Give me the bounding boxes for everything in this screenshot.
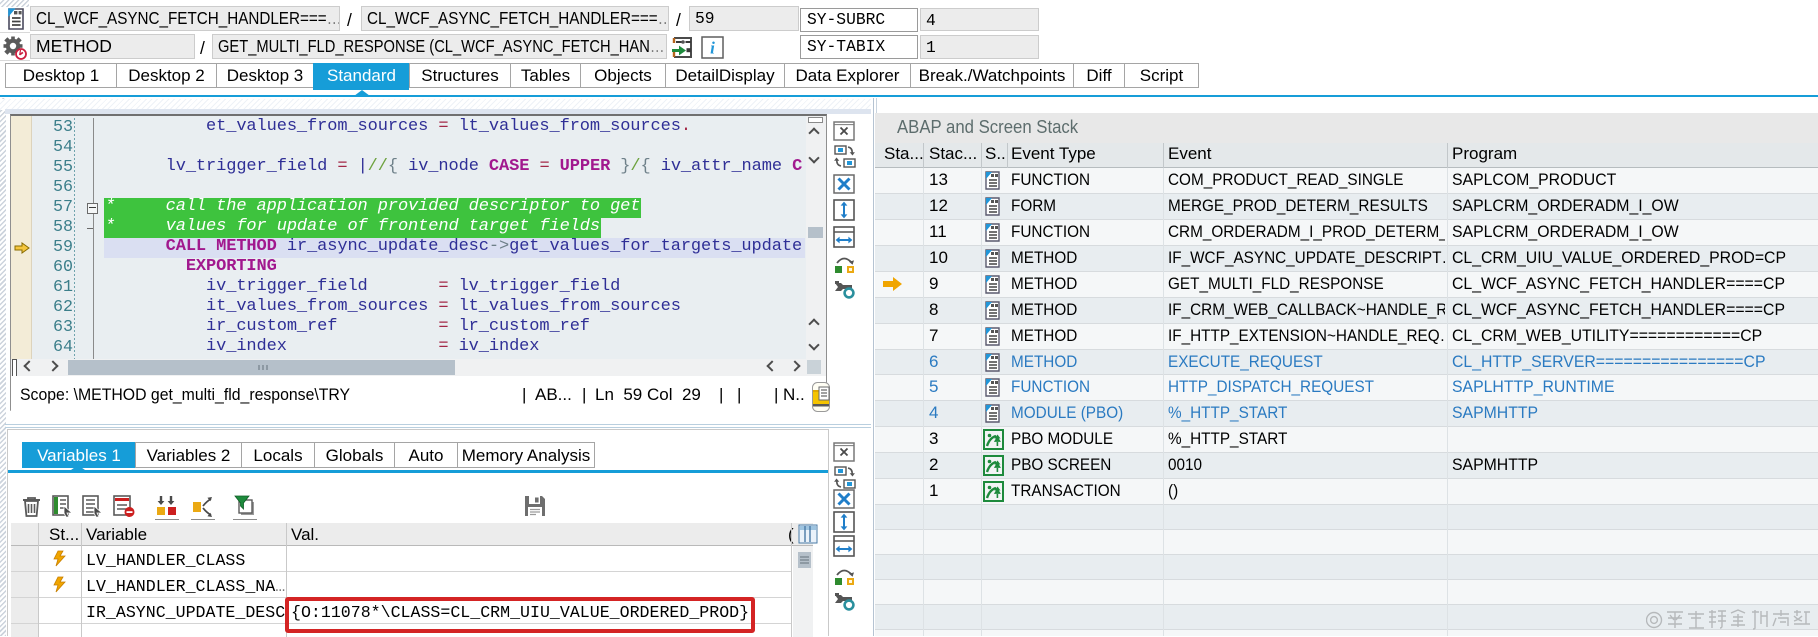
svg-text:i: i <box>710 39 715 58</box>
